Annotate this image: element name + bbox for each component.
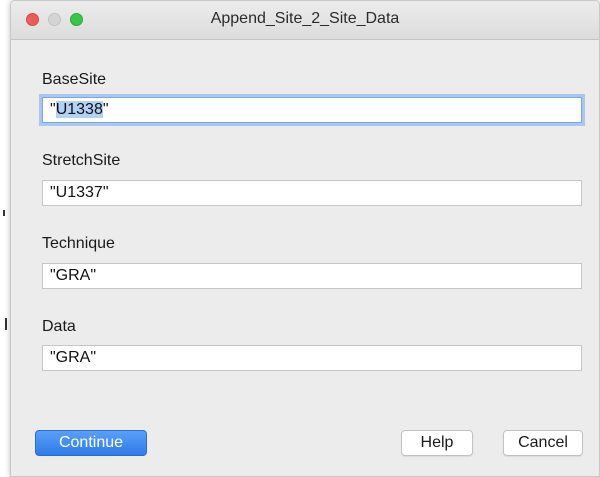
data-label: Data <box>42 318 76 335</box>
stretchsite-label: StretchSite <box>42 152 121 169</box>
dialog-window: Append_Site_2_Site_Data BaseSite "U1338"… <box>10 0 600 477</box>
cancel-button[interactable]: Cancel <box>503 430 583 456</box>
basesite-input[interactable]: "U1338" <box>42 97 582 123</box>
window-title: Append_Site_2_Site_Data <box>210 10 400 27</box>
continue-button[interactable]: Continue <box>35 430 147 456</box>
basesite-quote-close: " <box>102 101 109 118</box>
technique-input[interactable]: "GRA" <box>42 263 582 289</box>
technique-label: Technique <box>42 235 115 252</box>
data-input[interactable]: "GRA" <box>42 345 582 371</box>
background-edge-mark <box>5 318 7 330</box>
dialog-content: BaseSite "U1338" StretchSite "U1337" Tec… <box>11 40 599 476</box>
help-button[interactable]: Help <box>401 430 473 456</box>
basesite-quote-open: " <box>50 101 56 118</box>
title-bar[interactable]: Append_Site_2_Site_Data <box>11 1 599 40</box>
background-edge-mark <box>3 210 5 216</box>
basesite-selected-text: U1338 <box>55 101 103 118</box>
basesite-label: BaseSite <box>42 71 107 88</box>
stretchsite-input[interactable]: "U1337" <box>42 180 582 206</box>
